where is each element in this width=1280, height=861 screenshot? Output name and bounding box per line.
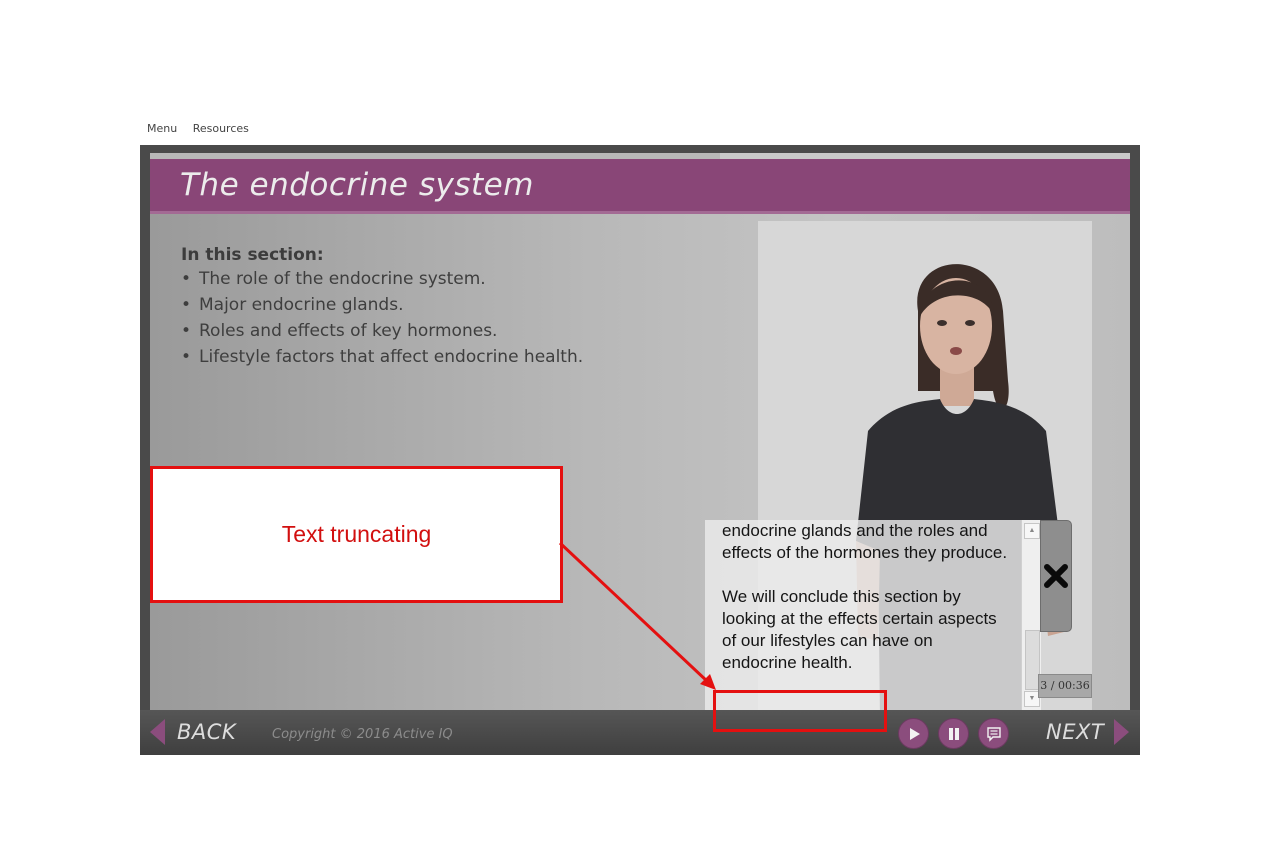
title-bar: The endocrine system (150, 159, 1130, 214)
next-arrow-icon (1114, 719, 1130, 745)
bullet-text: Major endocrine glands. (199, 295, 404, 315)
transcript-text: endocrine glands and the roles and effec… (722, 520, 1012, 696)
close-x-icon (1044, 564, 1068, 588)
video-time: 3 / 00:36 (1038, 674, 1092, 698)
transcript-paragraph: We will conclude this section by looking… (722, 587, 997, 672)
bullet-item: • Major endocrine glands. (181, 292, 583, 318)
play-button[interactable] (898, 718, 929, 749)
bullet-item: • The role of the endocrine system. (181, 266, 583, 292)
bullet-text: The role of the endocrine system. (199, 269, 486, 289)
back-button[interactable]: BACK (150, 719, 236, 745)
resources-link[interactable]: Resources (193, 122, 249, 135)
bullet-text: Roles and effects of key hormones. (199, 321, 498, 341)
next-button[interactable]: NEXT (1046, 719, 1130, 745)
annotation-label: Text truncating (281, 521, 432, 547)
bullet-item: • Lifestyle factors that affect endocrine… (181, 344, 583, 370)
menu-link[interactable]: Menu (147, 122, 177, 135)
copyright-text: Copyright © 2016 Active IQ (272, 727, 453, 742)
pause-icon (948, 727, 959, 740)
back-label: BACK (177, 720, 237, 744)
section-bullet-list: • The role of the endocrine system. • Majo… (181, 266, 583, 370)
truncation-highlight (713, 690, 887, 732)
section-heading: In this section: (181, 245, 324, 265)
player-footer: BACK Copyright © 2016 Active IQ NEXT (140, 710, 1140, 755)
bullet-dot: • (181, 347, 192, 367)
play-icon (909, 727, 920, 740)
bullet-dot: • (181, 269, 192, 289)
pause-button[interactable] (938, 718, 969, 749)
next-label: NEXT (1046, 720, 1105, 744)
back-arrow-icon (150, 719, 165, 745)
transcript-paragraph: endocrine glands and the roles and effec… (722, 521, 1008, 562)
bullet-dot: • (181, 321, 192, 341)
transcript-panel[interactable]: endocrine glands and the roles and effec… (705, 520, 1040, 710)
speech-bubble-icon (986, 726, 1001, 742)
slide-title: The endocrine system (180, 167, 534, 203)
scroll-up-icon[interactable]: ▲ (1024, 523, 1040, 539)
bullet-text: Lifestyle factors that affect endocrine … (199, 347, 584, 367)
annotation-callout: Text truncating (150, 466, 563, 603)
bullet-dot: • (181, 295, 192, 315)
transcript-button[interactable] (978, 718, 1009, 749)
bullet-item: • Roles and effects of key hormones. (181, 318, 583, 344)
close-transcript-button[interactable] (1040, 520, 1072, 632)
top-nav: Menu Resources (147, 122, 261, 135)
